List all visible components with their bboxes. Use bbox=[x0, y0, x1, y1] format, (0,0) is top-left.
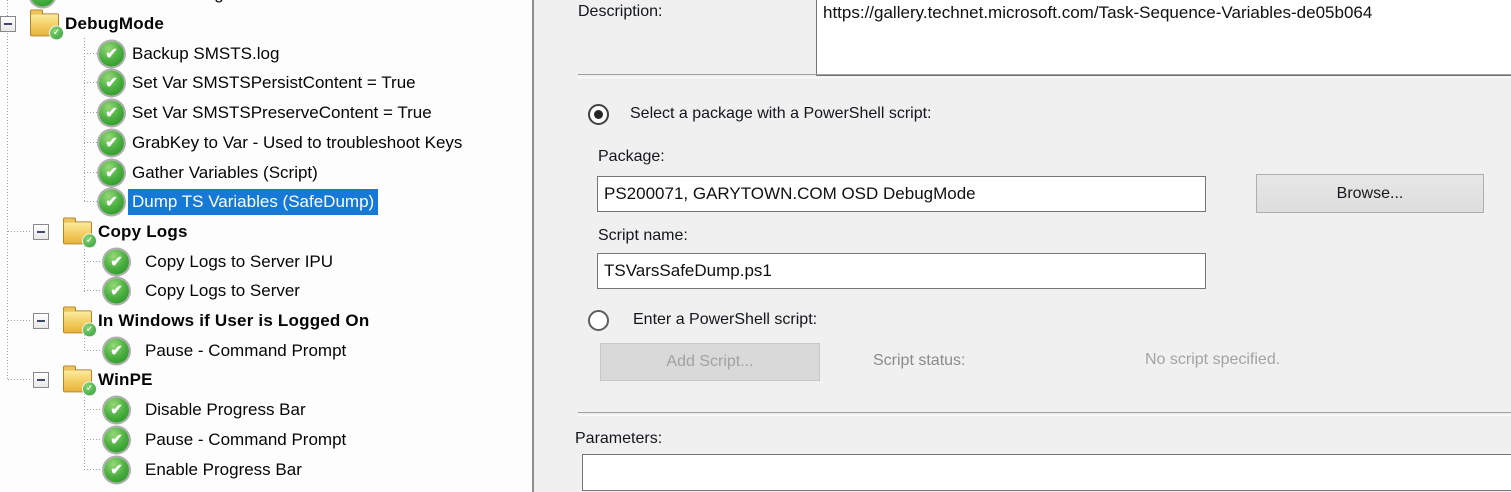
tree-item-label: Copy Logs bbox=[98, 219, 188, 245]
tree-connector-line bbox=[84, 112, 97, 113]
collapse-minus-icon[interactable] bbox=[0, 16, 16, 32]
step-success-icon: ✔ bbox=[104, 249, 129, 274]
step-success-icon: ✔ bbox=[99, 160, 124, 185]
tree-item[interactable]: ✔ Set Pause if Running Standalone bbox=[0, 0, 532, 9]
tree-item[interactable]: ✔ Disable Progress Bar bbox=[0, 395, 532, 425]
tree-item[interactable]: ✓ In Windows if User is Logged On bbox=[0, 306, 532, 336]
package-input[interactable]: PS200071, GARYTOWN.COM OSD DebugMode bbox=[597, 176, 1206, 212]
tree-connector-line bbox=[84, 201, 97, 202]
step-success-icon: ✔ bbox=[99, 71, 124, 96]
tree-connector-line bbox=[84, 469, 102, 470]
tree-connector-line bbox=[8, 320, 32, 321]
tree-item-label: Set Var SMSTSPersistContent = True bbox=[132, 70, 416, 96]
group-folder-icon: ✓ bbox=[63, 310, 92, 333]
step-success-icon: ✔ bbox=[104, 427, 129, 452]
tree-item-label: Backup SMSTS.log bbox=[132, 41, 279, 67]
script-name-input[interactable]: TSVarsSafeDump.ps1 bbox=[597, 253, 1206, 289]
tree-item-label: In Windows if User is Logged On bbox=[98, 308, 369, 334]
step-success-icon: ✔ bbox=[99, 130, 124, 155]
group-folder-icon: ✓ bbox=[30, 13, 59, 36]
add-script-button: Add Script... bbox=[600, 343, 820, 381]
step-success-icon: ✔ bbox=[104, 398, 129, 423]
tree-item-label: Dump TS Variables (SafeDump) bbox=[128, 189, 378, 215]
step-success-icon: ✔ bbox=[30, 0, 55, 7]
script-status-label: Script status: bbox=[873, 352, 965, 370]
tree-item-label: Enable Progress Bar bbox=[145, 457, 302, 483]
group-folder-icon: ✓ bbox=[63, 221, 92, 244]
description-label: Description: bbox=[578, 3, 662, 21]
tree-item-label: Copy Logs to Server IPU bbox=[145, 249, 333, 275]
panel-splitter[interactable] bbox=[532, 0, 534, 492]
tree-item-label: Set Pause if Running Standalone bbox=[64, 0, 314, 7]
tree-item[interactable]: ✔ Set Var SMSTSPersistContent = True bbox=[0, 68, 532, 98]
tree-item[interactable]: ✔ Backup SMSTS.log bbox=[0, 39, 532, 69]
tree-connector-line bbox=[8, 379, 32, 380]
select-package-radio[interactable] bbox=[588, 104, 609, 125]
tree-item[interactable]: ✔ Gather Variables (Script) bbox=[0, 158, 532, 188]
step-success-icon: ✔ bbox=[104, 279, 129, 304]
tree-connector-line bbox=[84, 409, 102, 410]
script-status-value: No script specified. bbox=[1145, 351, 1280, 369]
tree-item[interactable]: ✔ Set Var SMSTSPreserveContent = True bbox=[0, 98, 532, 128]
description-input[interactable]: https://gallery.technet.microsoft.com/Ta… bbox=[816, 0, 1511, 76]
tree-item-label: GrabKey to Var - Used to troubleshoot Ke… bbox=[132, 130, 462, 156]
section-divider bbox=[578, 74, 1511, 78]
tree-connector-line bbox=[84, 82, 97, 83]
section-divider bbox=[578, 412, 1511, 416]
step-success-icon: ✔ bbox=[99, 41, 124, 66]
step-success-icon: ✔ bbox=[99, 190, 124, 215]
browse-button[interactable]: Browse... bbox=[1256, 174, 1484, 213]
tree-connector-line bbox=[8, 231, 32, 232]
collapse-minus-icon[interactable] bbox=[33, 372, 49, 388]
tree-item[interactable]: ✔ Enable Progress Bar bbox=[0, 455, 532, 485]
tree-item[interactable]: ✔ Pause - Command Prompt bbox=[0, 336, 532, 366]
enter-script-radio[interactable] bbox=[588, 310, 609, 331]
tree-item-label: Pause - Command Prompt bbox=[145, 427, 346, 453]
group-folder-icon: ✓ bbox=[63, 370, 92, 393]
package-label: Package: bbox=[598, 148, 665, 166]
collapse-minus-icon[interactable] bbox=[33, 224, 49, 240]
tree-item-label: Copy Logs to Server bbox=[145, 278, 300, 304]
collapse-minus-icon[interactable] bbox=[33, 313, 49, 329]
tree-item[interactable]: ✔ Copy Logs to Server bbox=[0, 276, 532, 306]
step-success-icon: ✔ bbox=[104, 457, 129, 482]
select-package-radio-label: Select a package with a PowerShell scrip… bbox=[630, 105, 931, 123]
tree-item-label: DebugMode bbox=[65, 11, 164, 37]
tree-item[interactable]: ✓ WinPE bbox=[0, 365, 532, 395]
tree-item[interactable]: ✓ DebugMode bbox=[0, 9, 532, 39]
tree-connector-line bbox=[84, 439, 102, 440]
script-name-label: Script name: bbox=[598, 227, 688, 245]
tree-item-label: Disable Progress Bar bbox=[145, 397, 306, 423]
tree-item[interactable]: ✓ Copy Logs bbox=[0, 217, 532, 247]
step-properties-panel: Description: https://gallery.technet.mic… bbox=[536, 0, 1511, 492]
tree-connector-line bbox=[84, 261, 102, 262]
tree-connector-line bbox=[84, 53, 97, 54]
tree-item[interactable]: ✔ Pause - Command Prompt bbox=[0, 425, 532, 455]
task-sequence-tree: ✔ Set Pause if Running Standalone ✓ DebugMo… bbox=[0, 0, 532, 492]
tree-item-label: Gather Variables (Script) bbox=[132, 160, 318, 186]
enter-script-radio-label: Enter a PowerShell script: bbox=[633, 311, 817, 329]
tree-item[interactable]: ✔ Copy Logs to Server IPU bbox=[0, 247, 532, 277]
tree-connector-line bbox=[84, 290, 102, 291]
tree-connector-line bbox=[84, 172, 97, 173]
parameters-label: Parameters: bbox=[575, 430, 662, 448]
tree-item-label: WinPE bbox=[98, 367, 153, 393]
tree-item-label: Set Var SMSTSPreserveContent = True bbox=[132, 100, 432, 126]
step-success-icon: ✔ bbox=[104, 338, 129, 363]
parameters-input[interactable] bbox=[582, 454, 1511, 491]
tree-connector-line bbox=[84, 350, 102, 351]
tree-item-label: Pause - Command Prompt bbox=[145, 338, 346, 364]
tree-item[interactable]: ✔Dump TS Variables (SafeDump) bbox=[0, 187, 532, 217]
tree-connector-line bbox=[84, 142, 97, 143]
step-success-icon: ✔ bbox=[99, 101, 124, 126]
tree-item[interactable]: ✔ GrabKey to Var - Used to troubleshoot K… bbox=[0, 128, 532, 158]
